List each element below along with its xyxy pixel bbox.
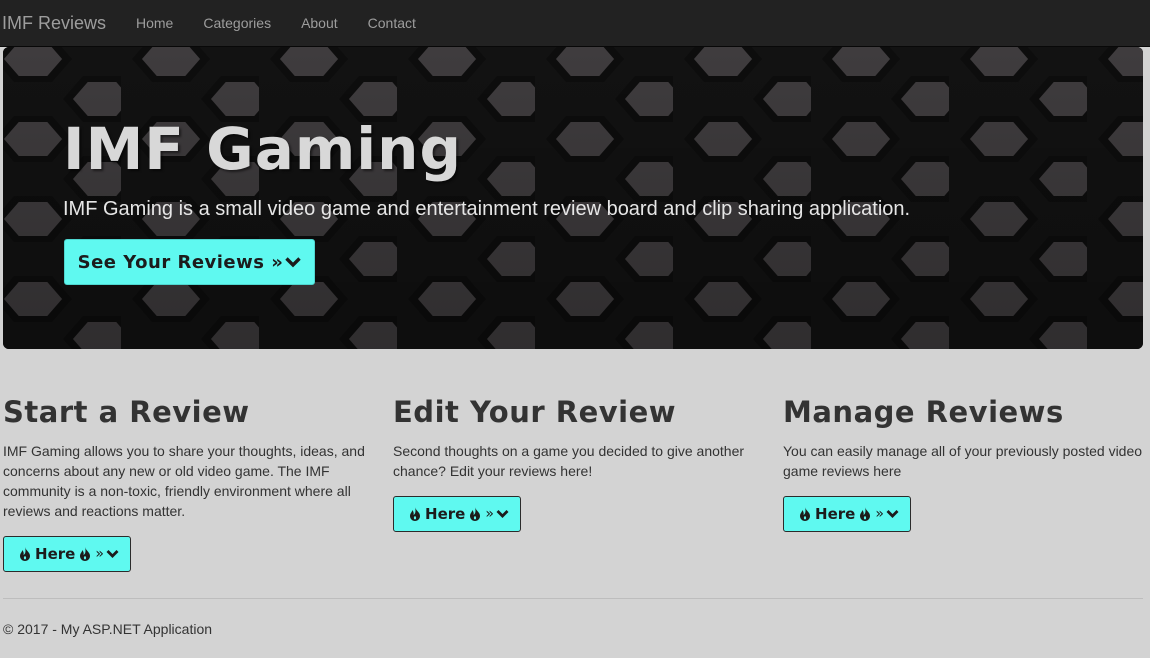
flame-icon [469,507,481,521]
edit-review-button-suffix: » [485,506,494,522]
chevron-down-icon [886,505,899,523]
start-review-button[interactable]: Here » [3,536,131,572]
nav-home[interactable]: Home [121,0,188,47]
chevron-down-icon [106,545,119,563]
manage-reviews-button-suffix: » [875,506,884,522]
flame-icon [799,507,811,521]
edit-review-button[interactable]: Here » [393,496,521,532]
flame-icon [409,507,421,521]
nav-categories[interactable]: Categories [188,0,286,47]
start-review-heading: Start a Review [3,395,250,429]
start-review-button-label: Here [35,545,76,563]
nav-about[interactable]: About [286,0,353,47]
chevron-down-icon [496,505,509,523]
manage-reviews-text: You can easily manage all of your previo… [783,443,1143,479]
nav-menu: Home Categories About Contact [121,0,431,47]
footer-divider [3,598,1143,599]
hero-lead: IMF Gaming is a small video game and ent… [63,198,911,220]
start-review-button-suffix: » [95,546,104,562]
hero-jumbotron: IMF Gaming IMF Gaming is a small video g… [3,47,1143,349]
navbar: IMF Reviews Home Categories About Contac… [0,0,1150,47]
hero-title: IMF Gaming [63,115,462,183]
flame-icon [859,507,871,521]
manage-reviews-section: Manage Reviews You can easily manage all… [783,395,1148,532]
manage-reviews-button[interactable]: Here » [783,496,911,532]
edit-review-text: Second thoughts on a game you decided to… [393,443,745,479]
edit-review-heading: Edit Your Review [393,395,677,429]
flame-icon [19,547,31,561]
see-your-reviews-button[interactable]: See Your Reviews » [64,239,315,285]
chevron-down-icon [285,252,302,273]
brand-link[interactable]: IMF Reviews [0,0,121,47]
manage-reviews-button-label: Here [815,505,856,523]
edit-review-button-label: Here [425,505,466,523]
footer-copyright: © 2017 - My ASP.NET Application [3,621,213,637]
hero-button-label: See Your Reviews » [77,251,284,273]
manage-reviews-heading: Manage Reviews [783,395,1064,429]
start-review-text: IMF Gaming allows you to share your thou… [3,443,365,519]
start-review-section: Start a Review IMF Gaming allows you to … [3,395,368,572]
flame-icon [79,547,91,561]
nav-contact[interactable]: Contact [353,0,431,47]
edit-review-section: Edit Your Review Second thoughts on a ga… [393,395,758,532]
footer: © 2017 - My ASP.NET Application [3,621,212,637]
